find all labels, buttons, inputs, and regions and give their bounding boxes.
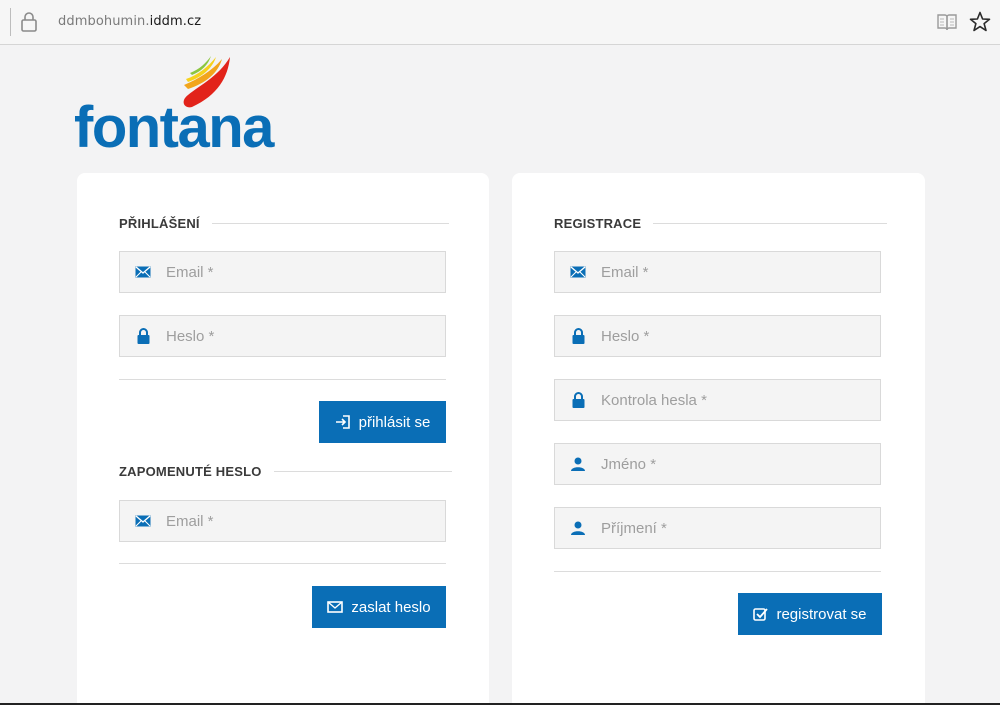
url-domain: iddm.cz <box>149 14 202 29</box>
register-password-check-field[interactable] <box>554 379 881 421</box>
register-divider <box>554 571 881 572</box>
login-title-rule <box>211 223 449 224</box>
login-title-text: PŘIHLÁŠENÍ <box>119 216 200 231</box>
browser-address-bar: ddmbohumin.iddm.cz <box>0 0 1000 45</box>
register-email-field[interactable] <box>554 251 881 293</box>
envelope-icon <box>120 266 166 278</box>
register-email-input[interactable] <box>601 263 871 281</box>
envelope-icon <box>120 515 166 527</box>
register-last-name-field[interactable] <box>554 507 881 549</box>
send-password-button[interactable]: zaslat heslo <box>312 586 446 628</box>
padlock-icon <box>555 328 601 344</box>
registration-card: REGISTRACE registrovat se <box>512 173 925 705</box>
send-password-button-label: zaslat heslo <box>351 598 431 616</box>
login-card: PŘIHLÁŠENÍ přihlásit se ZAPOMENUTÉ HESLO… <box>77 173 489 705</box>
login-button-label: přihlásit se <box>358 413 431 431</box>
address-bar-separator <box>10 8 11 36</box>
forgot-email-field[interactable] <box>119 500 446 542</box>
sign-in-icon <box>335 415 350 429</box>
login-email-field[interactable] <box>119 251 446 293</box>
user-icon <box>555 457 601 471</box>
forgot-title-rule <box>273 471 452 472</box>
forgot-title-text: ZAPOMENUTÉ HESLO <box>119 464 262 479</box>
logo-text: fontana <box>74 95 274 160</box>
login-section-title: PŘIHLÁŠENÍ <box>119 216 449 231</box>
envelope-icon <box>555 266 601 278</box>
fontana-logo[interactable]: fontana <box>74 55 274 165</box>
login-password-input[interactable] <box>166 327 436 345</box>
register-title-rule <box>653 223 888 224</box>
check-square-icon <box>753 607 769 621</box>
register-button[interactable]: registrovat se <box>738 593 882 635</box>
login-password-field[interactable] <box>119 315 446 357</box>
register-title-text: REGISTRACE <box>554 216 642 231</box>
forgot-section-title: ZAPOMENUTÉ HESLO <box>119 464 452 479</box>
register-section-title: REGISTRACE <box>554 216 888 231</box>
reader-view-icon[interactable] <box>936 12 958 32</box>
lock-icon[interactable] <box>20 11 38 33</box>
url-prefix: ddmbohumin. <box>58 14 150 29</box>
padlock-icon <box>120 328 166 344</box>
register-first-name-field[interactable] <box>554 443 881 485</box>
register-first-name-input[interactable] <box>601 455 871 473</box>
address-url[interactable]: ddmbohumin.iddm.cz <box>58 14 201 29</box>
forgot-email-input[interactable] <box>166 512 436 530</box>
favorite-star-icon[interactable] <box>968 10 992 34</box>
register-password-input[interactable] <box>601 327 871 345</box>
forgot-divider <box>119 563 446 564</box>
padlock-icon <box>555 392 601 408</box>
register-last-name-input[interactable] <box>601 519 871 537</box>
login-divider <box>119 379 446 380</box>
register-password-check-input[interactable] <box>601 391 871 409</box>
register-password-field[interactable] <box>554 315 881 357</box>
login-button[interactable]: přihlásit se <box>319 401 446 443</box>
register-button-label: registrovat se <box>776 605 867 623</box>
user-icon <box>555 521 601 535</box>
login-email-input[interactable] <box>166 263 436 281</box>
envelope-outline-icon <box>327 601 344 613</box>
